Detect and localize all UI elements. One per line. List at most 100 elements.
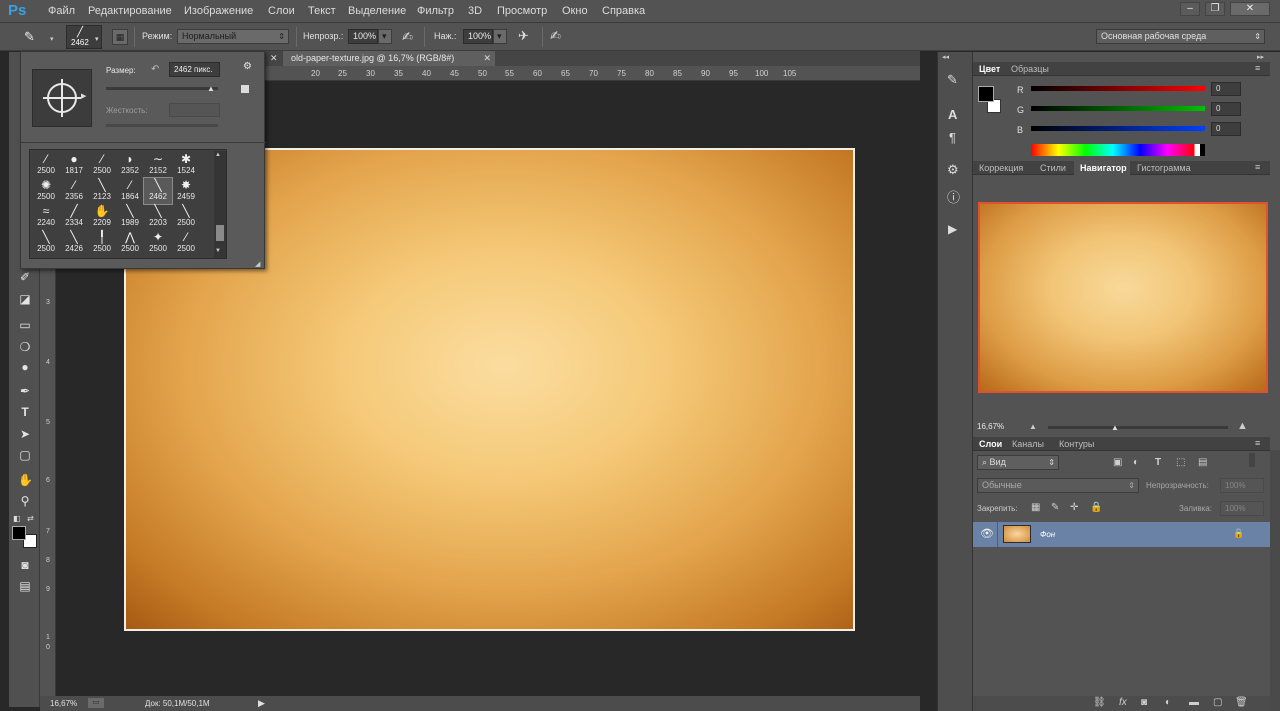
flow-dropdown-arrow-icon[interactable]: ▾ [493, 29, 507, 44]
brush-tool-icon[interactable]: ✎ [24, 29, 46, 45]
mode-dropdown[interactable]: Нормальный ⇕ [177, 29, 289, 44]
lock-position-icon[interactable]: ✛ [1070, 502, 1078, 513]
paragraph-panel-icon[interactable]: ¶ [949, 130, 956, 145]
brush-panel-toggle-icon[interactable]: ▦ [112, 29, 128, 45]
brush-preset[interactable]: ◗ 2352 [116, 152, 144, 178]
brush-preset[interactable]: ⋀ 2500 [116, 230, 144, 256]
dodge-tool-icon[interactable]: ● [18, 360, 32, 374]
workspace-dropdown[interactable]: Основная рабочая среда ⇕ [1096, 29, 1265, 44]
brush-preset[interactable]: ⁄ 1864 [116, 178, 144, 204]
brush-preset[interactable]: ⁄ 2356 [60, 178, 88, 204]
swap-colors-icon[interactable]: ⇄ [27, 514, 34, 523]
brush-preset[interactable]: ╿ 2500 [88, 230, 116, 256]
tab-color[interactable]: Цвет [979, 64, 1000, 74]
tool-preset-arrow-icon[interactable]: ▾ [50, 35, 54, 43]
blue-slider[interactable] [1031, 126, 1205, 131]
panel-menu-icon[interactable]: ≡ [1255, 63, 1260, 73]
lock-all-icon[interactable]: 🔒 [1090, 502, 1102, 513]
brush-preset[interactable]: ╱ 2334 [60, 204, 88, 230]
slider-thumb-icon[interactable]: ▲ [1111, 423, 1119, 432]
new-preset-icon[interactable] [241, 85, 249, 93]
filter-toggle[interactable] [1249, 453, 1255, 467]
brush-preset[interactable]: ⁄ 2500 [172, 230, 200, 256]
menu-edit[interactable]: Редактирование [88, 5, 172, 17]
navigator-zoom-value[interactable]: 16,67% [977, 422, 1004, 431]
brush-preset[interactable]: ╲ 2500 [32, 230, 60, 256]
brush-preset[interactable]: ⁄ 2500 [32, 152, 60, 178]
layer-row[interactable]: 👁 Фон 🔒 [973, 522, 1270, 547]
actions-panel-icon[interactable]: ▶ [948, 222, 957, 236]
scroll-up-icon[interactable]: ▲ [215, 152, 221, 158]
history-panel-icon[interactable]: ✎ [947, 72, 958, 88]
filter-shape-icon[interactable]: ⬚ [1176, 457, 1185, 468]
brush-preset[interactable]: ╲ 1989 [116, 204, 144, 230]
panel-menu-icon[interactable]: ≡ [1255, 438, 1260, 448]
brush-preset[interactable]: ≈2240 [32, 204, 60, 230]
brush-preset[interactable]: ✋ 2209 [88, 204, 116, 230]
menu-layers[interactable]: Слои [268, 5, 295, 17]
menu-file[interactable]: Файл [48, 5, 75, 17]
brush-preset[interactable]: ╲ 2500 [172, 204, 200, 230]
green-value[interactable]: 0 [1211, 102, 1241, 116]
collapse-panels-icon[interactable]: ▸▸ [1257, 53, 1264, 61]
add-mask-icon[interactable]: ◙ [1141, 697, 1147, 708]
flow-input[interactable]: 100% [463, 29, 493, 44]
delete-layer-icon[interactable]: 🗑 [1235, 697, 1248, 708]
healing-brush-tool-icon[interactable]: ✐ [18, 270, 32, 284]
menu-select[interactable]: Выделение [348, 5, 406, 17]
red-value[interactable]: 0 [1211, 82, 1241, 96]
menu-3d[interactable]: 3D [468, 5, 482, 17]
gradient-tool-icon[interactable]: ▭ [18, 318, 32, 332]
hand-tool-icon[interactable]: ✋ [18, 473, 33, 487]
navigator-zoom-slider[interactable] [1048, 426, 1228, 429]
brush-preset[interactable]: ✦ 2500 [144, 230, 172, 256]
pressure-opacity-icon[interactable]: ✍ [402, 29, 413, 45]
new-adjustment-icon[interactable]: ◐ [1165, 697, 1171, 708]
tab-channels[interactable]: Каналы [1012, 439, 1044, 449]
lock-image-icon[interactable]: ✎ [1051, 502, 1059, 513]
filter-smartobject-icon[interactable]: ▤ [1198, 457, 1207, 468]
opacity-dropdown-arrow-icon[interactable]: ▾ [378, 29, 392, 44]
brush-preset[interactable]: ╲ 2203 [144, 204, 172, 230]
collapse-dock-icon[interactable]: ◂◂ [942, 53, 949, 61]
brush-preset[interactable]: ✺ 2500 [32, 178, 60, 204]
fill-input[interactable]: 100% [1220, 501, 1264, 516]
pen-tool-icon[interactable]: ✒ [18, 384, 32, 398]
size-slider[interactable] [106, 87, 218, 90]
layer-name[interactable]: Фон [1040, 530, 1055, 539]
layer-style-icon[interactable]: fx [1119, 697, 1127, 708]
filter-adjustment-icon[interactable]: ◐ [1133, 457, 1139, 468]
brush-preset[interactable]: ✱ 1524 [172, 152, 200, 178]
reset-size-icon[interactable]: ↶ [151, 64, 159, 75]
eraser-tool-icon[interactable]: ◪ [18, 292, 32, 306]
layers-scrollbar[interactable] [1270, 450, 1280, 711]
zoom-out-icon[interactable]: ▲ [1029, 422, 1037, 431]
brush-preset-selected[interactable]: ╲ 2462 [143, 177, 173, 205]
close-document-icon[interactable]: ✕ [483, 51, 491, 66]
lock-transparency-icon[interactable]: ▦ [1031, 502, 1040, 513]
type-tool-icon[interactable]: T [18, 405, 32, 419]
menu-window[interactable]: Окно [562, 5, 588, 17]
tab-paths[interactable]: Контуры [1059, 439, 1094, 449]
zoom-in-icon[interactable]: ▲ [1237, 420, 1248, 432]
settings-gear-icon[interactable]: ⚙ [243, 61, 252, 72]
menu-type[interactable]: Текст [308, 5, 336, 17]
character-panel-icon[interactable]: A [948, 107, 957, 122]
restore-button[interactable]: ❐ [1205, 2, 1225, 16]
new-layer-icon[interactable]: ▢ [1213, 697, 1222, 708]
red-slider[interactable] [1031, 86, 1205, 91]
size-input[interactable]: 2462 пикс. [169, 62, 220, 77]
brush-preset[interactable]: ● 1817 [60, 152, 88, 178]
menu-filter[interactable]: Фильтр [417, 5, 454, 17]
layer-opacity-input[interactable]: 100% [1220, 478, 1264, 493]
blur-tool-icon[interactable]: ❍ [18, 340, 32, 354]
filter-type-icon[interactable]: T [1155, 457, 1161, 468]
rectangle-tool-icon[interactable]: ▢ [18, 448, 32, 462]
brush-grid-scrollbar[interactable]: ▲ ▼ [214, 151, 226, 258]
brush-preset[interactable]: ✸ 2459 [172, 178, 200, 204]
blend-mode-dropdown[interactable]: Обычные ⇕ [977, 478, 1139, 493]
new-group-icon[interactable]: ▬ [1189, 697, 1199, 708]
panel-menu-icon[interactable]: ≡ [1255, 162, 1260, 172]
resize-grip-icon[interactable]: ◢ [255, 260, 260, 268]
visibility-eye-icon[interactable]: 👁 [980, 527, 994, 540]
